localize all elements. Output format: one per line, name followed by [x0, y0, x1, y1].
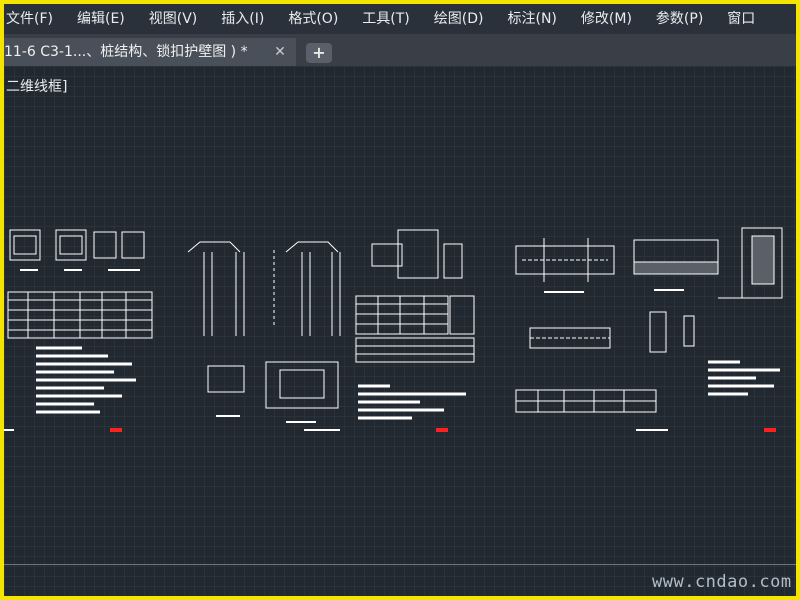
sheet-1-notes: [36, 346, 136, 414]
menu-insert[interactable]: 插入(I): [209, 4, 276, 34]
pile-section: [285, 241, 339, 253]
menu-dimension[interactable]: 标注(N): [496, 4, 569, 34]
document-tab-bar: 11-6 C3-1...、桩结构、锁扣护壁图 ) * ✕ +: [4, 34, 796, 66]
detail-box: [649, 311, 667, 353]
concrete-hatch: [633, 261, 719, 275]
detail-box: [93, 231, 117, 259]
menu-tools[interactable]: 工具(T): [350, 4, 421, 34]
drawing-canvas[interactable]: 二维线框] www.cndao.com: [4, 66, 796, 596]
detail-box: [13, 235, 37, 255]
pile-section: [187, 241, 241, 253]
watermark: www.cndao.com: [652, 572, 792, 592]
menu-format[interactable]: 格式(O): [276, 4, 350, 34]
layout-boundary-line: [4, 564, 796, 565]
detail-box: [443, 243, 463, 279]
sheet-4-notes: [708, 360, 780, 396]
cad-drawing-sheets: [4, 227, 783, 432]
detail-box: [265, 361, 339, 409]
close-icon[interactable]: ✕: [270, 38, 290, 66]
title-block-marker: [110, 428, 122, 432]
menu-view[interactable]: 视图(V): [137, 4, 210, 34]
schedule-table: [449, 295, 475, 335]
cad-window: 文件(F) 编辑(E) 视图(V) 插入(I) 格式(O) 工具(T) 绘图(D…: [4, 4, 796, 596]
concrete-hatch: [751, 235, 775, 285]
new-tab-button[interactable]: +: [306, 43, 332, 63]
detail-box: [683, 315, 695, 347]
menu-file[interactable]: 文件(F): [4, 4, 65, 34]
document-tab[interactable]: 11-6 C3-1...、桩结构、锁扣护壁图 ) * ✕: [4, 38, 296, 66]
document-tab-title: 11-6 C3-1...、桩结构、锁扣护壁图 ) *: [4, 44, 248, 60]
sheet-3: [355, 229, 475, 363]
detail-box: [121, 231, 145, 259]
menu-draw[interactable]: 绘图(D): [422, 4, 496, 34]
detail-box: [397, 229, 439, 279]
menu-edit[interactable]: 编辑(E): [65, 4, 137, 34]
menu-parameters[interactable]: 参数(P): [644, 4, 715, 34]
sheet-4: [515, 227, 783, 431]
title-block-marker: [436, 428, 448, 432]
title-block-marker: [764, 428, 776, 432]
menu-window[interactable]: 窗口: [715, 4, 767, 34]
detail-box: [59, 235, 83, 255]
detail-box: [279, 369, 325, 399]
schedule-table: [355, 337, 475, 363]
sheet-3-notes: [358, 384, 466, 420]
menu-bar: 文件(F) 编辑(E) 视图(V) 插入(I) 格式(O) 工具(T) 绘图(D…: [4, 4, 796, 34]
sheet-2: [187, 241, 341, 431]
schedule-table: [355, 295, 449, 335]
menu-modify[interactable]: 修改(M): [569, 4, 644, 34]
sheet-1: [7, 229, 153, 339]
detail-box: [207, 365, 245, 393]
